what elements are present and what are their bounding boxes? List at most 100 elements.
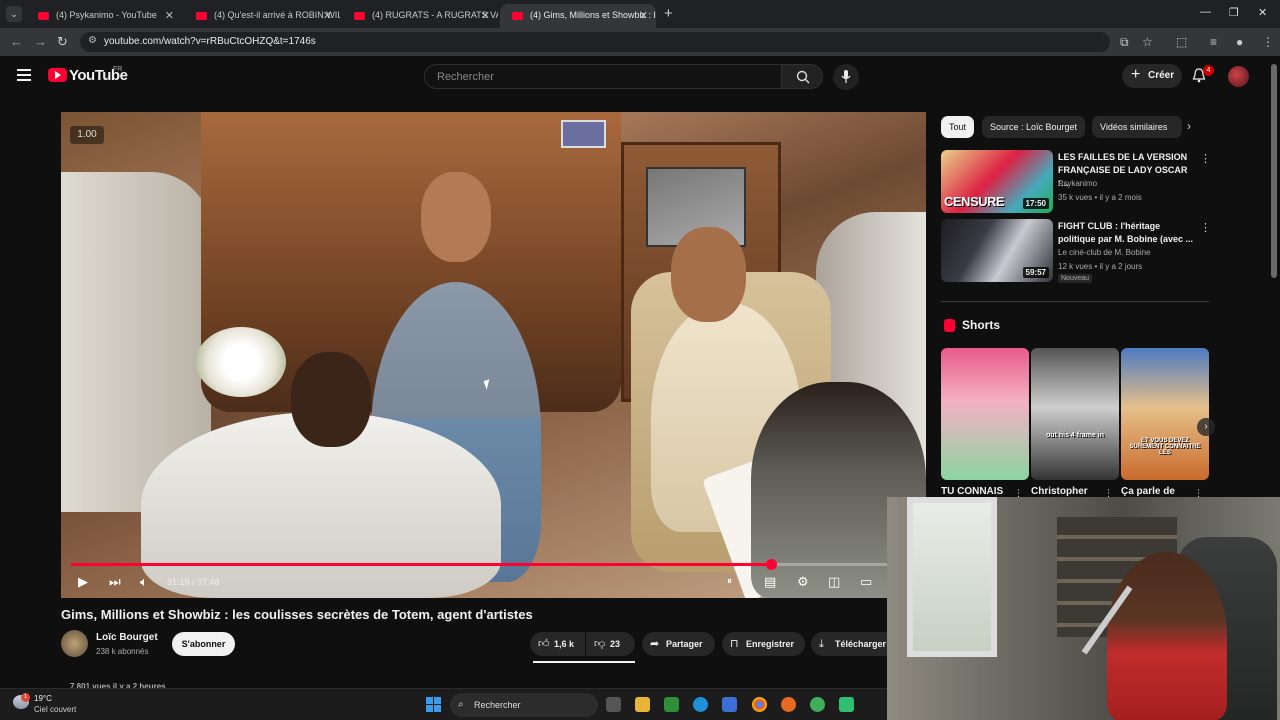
subscribe-button[interactable]: S'abonner [172, 632, 235, 656]
progress-bar[interactable] [71, 559, 916, 570]
short-thumbnail[interactable]: out his 4 frame in [1031, 348, 1119, 480]
task-view-icon[interactable] [606, 697, 621, 712]
close-window-icon[interactable]: ✕ [1258, 6, 1267, 19]
shorts-next-icon[interactable]: › [1197, 418, 1215, 436]
reload-icon[interactable]: ↻ [57, 34, 68, 50]
search-input[interactable] [435, 68, 765, 86]
recommendation-item[interactable]: 59:57 FIGHT CLUB : l'héritage politique … [941, 219, 1216, 285]
app-icon[interactable] [839, 697, 854, 712]
taskbar-search[interactable]: ⌕ Rechercher [450, 693, 598, 717]
microsoft-store-icon[interactable] [722, 697, 737, 712]
bookmark-star-icon[interactable]: ☆ [1142, 35, 1153, 49]
browser-tab[interactable]: (4) Qu'est-il arrivé à ROBIN WIL ✕ [184, 4, 340, 28]
filter-chip-all[interactable]: Tout [941, 116, 975, 138]
autoplay-toggle-icon[interactable]: ⏸︎ [727, 576, 732, 587]
weather-description[interactable]: Ciel couvert [34, 705, 76, 714]
settings-gear-icon[interactable]: ⚙ [797, 574, 809, 590]
browser-tab-bar: ⌄ (4) Psykanimo - YouTube ✕ (4) Qu'est-i… [0, 0, 1280, 28]
notification-count-badge: 4 [1203, 65, 1214, 76]
save-button[interactable]: ⊓ Enregistrer [722, 632, 805, 656]
profile-avatar-icon[interactable]: ● [1236, 35, 1243, 49]
extensions-icon[interactable]: ⬚ [1176, 35, 1187, 49]
video-duration: 17:50 [1022, 198, 1049, 209]
media-controls-icon[interactable]: ≡ [1210, 35, 1217, 49]
page-scrollbar[interactable] [1271, 64, 1277, 278]
chevron-right-icon[interactable]: › [1187, 119, 1191, 133]
webcam-scenery [907, 497, 997, 657]
menu-icon[interactable] [17, 69, 31, 81]
account-avatar[interactable] [1228, 66, 1249, 87]
close-tab-icon[interactable]: ✕ [481, 9, 490, 22]
browser-address-bar: ← → ↻ ⚙ youtube.com/watch?v=rRBuCtcOHZQ&… [0, 28, 1280, 56]
theater-mode-icon[interactable]: ▭ [860, 574, 872, 590]
recommendation-item[interactable]: CENSURE 17:50 LES FAILLES DE LA VERSION … [941, 150, 1216, 216]
more-options-icon[interactable]: ⋮ [1200, 221, 1211, 234]
video-duration: 59:57 [1022, 267, 1049, 278]
site-info-icon[interactable]: ⚙ [88, 35, 97, 46]
url-field[interactable]: ⚙ youtube.com/watch?v=rRBuCtcOHZQ&t=1746… [80, 32, 1110, 52]
recommendation-channel[interactable]: Psykanimo [1058, 179, 1097, 188]
tab-title: (4) Gims, Millions et Showbiz : l [530, 10, 656, 20]
forward-icon[interactable]: → [34, 34, 47, 49]
minimize-icon[interactable]: — [1200, 6, 1211, 18]
temperature[interactable]: 19°C [34, 694, 52, 703]
firefox-browser-icon[interactable] [781, 697, 796, 712]
dislike-button[interactable]: 👎︎ 23 [586, 632, 635, 656]
miniplayer-icon[interactable]: ◫ [828, 574, 840, 590]
short-thumbnail[interactable]: ET VOUS DEVEZ SUREMENT CONNAITRE LES [1121, 348, 1209, 480]
file-explorer-icon[interactable] [635, 697, 650, 712]
browser-tab[interactable]: (4) RUGRATS - A RUGRATS VAC ✕ [342, 4, 498, 28]
short-title[interactable]: Christopher [1031, 486, 1088, 497]
short-thumbnail[interactable] [941, 348, 1029, 480]
play-icon[interactable]: ▶ [78, 574, 88, 590]
tab-search-icon[interactable]: ⌄ [6, 6, 22, 22]
close-tab-icon[interactable]: ✕ [323, 9, 332, 22]
browser-tab[interactable]: (4) Psykanimo - YouTube ✕ [26, 4, 182, 28]
maximize-icon[interactable]: ❐ [1229, 6, 1239, 19]
youtube-logo-icon[interactable] [48, 68, 67, 82]
recommendation-title[interactable]: FIGHT CLUB : l'héritage politique par M.… [1058, 220, 1198, 246]
recommendation-meta: 12 k vues • il y a 2 jours [1058, 262, 1143, 271]
edge-browser-icon[interactable] [693, 697, 708, 712]
short-title[interactable]: Ça parle de [1121, 486, 1175, 497]
progress-scrubber-handle[interactable] [766, 559, 778, 570]
next-video-icon[interactable]: ⏭ [109, 574, 121, 590]
channel-avatar[interactable] [61, 630, 88, 657]
app-icon[interactable] [810, 697, 825, 712]
search-button[interactable] [781, 64, 823, 89]
video-thumbnail[interactable]: CENSURE 17:50 [941, 150, 1053, 213]
share-button[interactable]: ➦ Partager [642, 632, 715, 656]
thumbs-down-icon: 👎︎ [594, 638, 606, 650]
video-player[interactable]: 1.00 ▶ ⏭ 🔈︎ 31:19 / 37:48 ⏸︎ ▤ ⚙ ◫ ▭ [61, 112, 926, 598]
playback-speed-badge: 1.00 [70, 126, 104, 144]
webcam-person [1107, 552, 1227, 720]
filter-chip-source[interactable]: Source : Loïc Bourget [982, 116, 1086, 138]
filter-chip-similar[interactable]: Vidéos similaires [1092, 116, 1182, 138]
chrome-browser-icon[interactable] [752, 697, 767, 712]
new-tab-button[interactable]: + [664, 5, 673, 22]
channel-name[interactable]: Loïc Bourget [96, 632, 158, 643]
download-label: Télécharger [835, 639, 887, 649]
browser-tab-active[interactable]: (4) Gims, Millions et Showbiz : l ✕ [500, 4, 656, 28]
download-button[interactable]: ⤓ Télécharger [811, 632, 887, 656]
nvidia-app-icon[interactable] [664, 697, 679, 712]
close-tab-icon[interactable]: ✕ [165, 9, 174, 22]
subtitles-icon[interactable]: ▤ [764, 574, 776, 590]
video-thumbnail[interactable]: 59:57 [941, 219, 1053, 282]
windows-start-icon[interactable] [426, 697, 441, 712]
create-button[interactable]: + Créer [1122, 64, 1182, 88]
video-frame-person [671, 227, 746, 322]
browser-menu-icon[interactable]: ⋮ [1262, 35, 1274, 49]
like-button[interactable]: 👍︎ 1,6 k [530, 632, 585, 656]
close-tab-icon[interactable]: ✕ [639, 9, 648, 22]
back-icon[interactable]: ← [10, 34, 23, 49]
recommendation-channel[interactable]: Le ciné-club de M. Bobine [1058, 248, 1151, 257]
voice-search-button[interactable] [833, 64, 859, 90]
like-dislike-underline [533, 661, 635, 663]
more-options-icon[interactable]: ⋮ [1200, 152, 1211, 165]
short-title[interactable]: TU CONNAIS [941, 486, 1003, 497]
install-app-icon[interactable]: ⧉ [1120, 35, 1129, 50]
taskbar-search-label: Rechercher [474, 700, 521, 710]
youtube-favicon-icon [38, 12, 49, 20]
volume-icon[interactable]: 🔈︎ [140, 574, 148, 590]
